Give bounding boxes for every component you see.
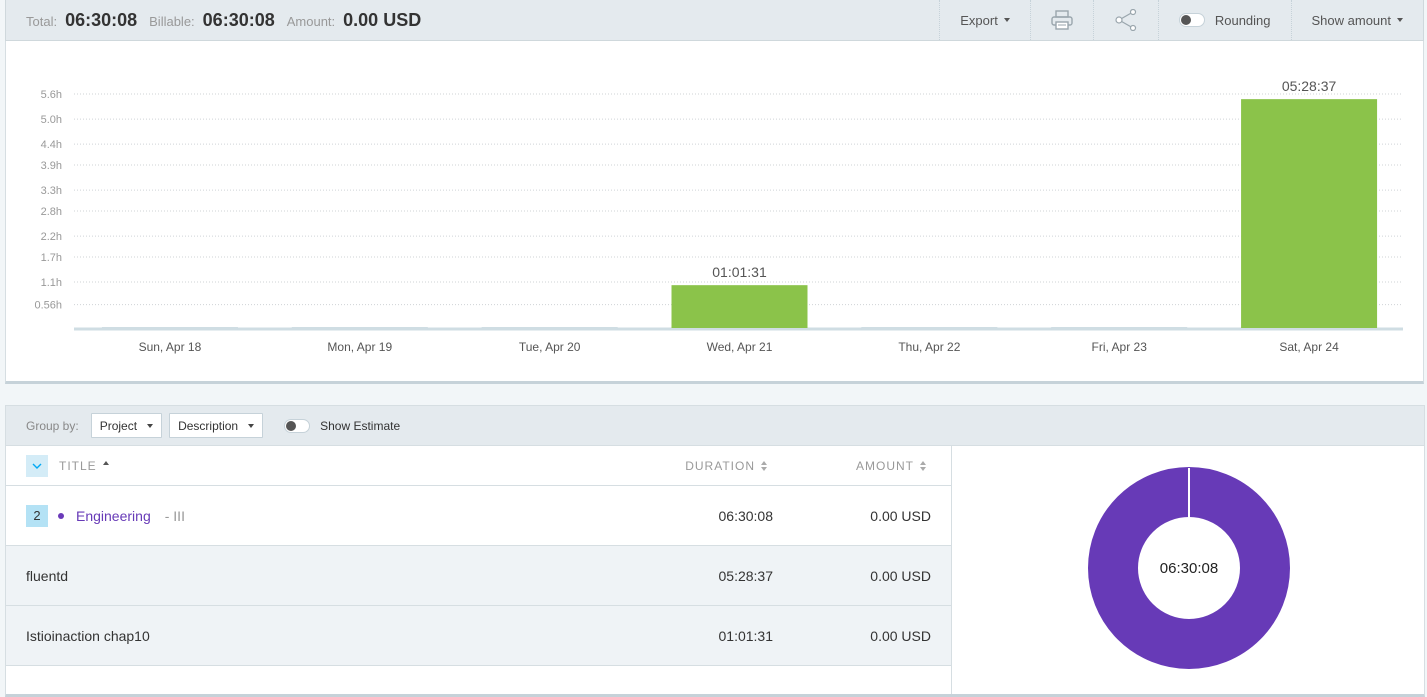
share-button[interactable]: [1092, 0, 1158, 40]
report-table: TITLE DURATION AMOUNT 2 Engineering - II…: [6, 446, 951, 694]
amount-label: Amount:: [286, 13, 336, 29]
group-by-label: Group by:: [26, 418, 79, 433]
title-column-header[interactable]: TITLE: [59, 459, 109, 473]
x-tick-label: Fri, Apr 23: [1092, 340, 1148, 354]
group-by-first-select[interactable]: Project: [90, 413, 163, 438]
expand-all-button[interactable]: [26, 454, 48, 477]
table-row: Istioinaction chap10 01:01:31 0.00 USD: [6, 606, 951, 666]
export-label: Export: [960, 12, 998, 28]
summary-bar: Total: 06:30:08 Billable: 06:30:08 Amoun…: [5, 0, 1424, 41]
print-button[interactable]: [1029, 0, 1093, 40]
y-tick-label: 3.9h: [41, 160, 62, 172]
rounding-switch[interactable]: [1178, 13, 1205, 27]
show-estimate-label: Show Estimate: [320, 418, 401, 433]
project-name: Engineering: [76, 507, 151, 524]
group-by-second-value: Description: [178, 418, 239, 433]
group-by-bar: Group by: Project Description Show Estim…: [6, 406, 1424, 446]
sort-icon: [920, 460, 926, 471]
bar: [291, 327, 428, 330]
printer-icon: [1051, 10, 1073, 30]
donut-chart-area: 06:30:08: [951, 446, 1424, 694]
rounding-toggle[interactable]: Rounding: [1157, 0, 1291, 40]
row-duration: 06:30:08: [718, 507, 774, 524]
rounding-label: Rounding: [1214, 12, 1271, 28]
chevron-down-icon: [147, 423, 154, 428]
summary-totals: Total: 06:30:08 Billable: 06:30:08 Amoun…: [6, 10, 433, 31]
y-tick-label: 4.4h: [41, 139, 62, 151]
y-tick-label: 2.2h: [41, 231, 62, 243]
y-tick-label: 3.3h: [41, 185, 62, 197]
bar-data-label: 05:28:37: [1282, 78, 1337, 94]
project-donut-chart: 06:30:08: [1088, 467, 1290, 669]
row-amount: 0.00 USD: [870, 627, 931, 644]
amount-header-label: AMOUNT: [856, 458, 914, 473]
client-name: - III: [164, 507, 185, 524]
show-estimate-switch[interactable]: [284, 418, 311, 433]
total-label: Total:: [26, 13, 58, 29]
billable-value: 06:30:08: [202, 9, 275, 30]
show-estimate-toggle[interactable]: Show Estimate: [284, 418, 401, 433]
donut-center-label: 06:30:08: [1160, 560, 1218, 577]
entry-count-badge[interactable]: 2: [26, 504, 48, 527]
group-by-second-select[interactable]: Description: [169, 413, 264, 438]
table-header: TITLE DURATION AMOUNT: [6, 446, 951, 486]
sort-icon: [761, 460, 767, 471]
y-tick-label: 1.7h: [41, 252, 62, 264]
y-tick-label: 5.6h: [41, 89, 62, 101]
x-tick-label: Sat, Apr 24: [1279, 340, 1339, 354]
report-panel: Group by: Project Description Show Estim…: [5, 405, 1425, 697]
report-toolbar: Export Rounding Show amount: [939, 0, 1423, 40]
row-amount: 0.00 USD: [870, 567, 931, 584]
chevron-down-icon: [248, 423, 255, 428]
title-header-label: TITLE: [59, 458, 97, 473]
show-amount-label: Show amount: [1311, 12, 1392, 28]
bar: [1051, 327, 1188, 330]
y-tick-label: 5.0h: [41, 114, 62, 126]
bar: [101, 327, 238, 330]
share-icon: [1115, 9, 1136, 31]
table-row: fluentd 05:28:37 0.00 USD: [6, 546, 951, 606]
project-color-dot: [58, 512, 64, 519]
total-value: 06:30:08: [65, 9, 138, 30]
chart-panel: 0.56h 1.1h 1.7h 2.2h 2.8h 3.3h 3.9h 4.4h 5.0h 5.6…: [5, 41, 1424, 384]
chevron-down-icon: [32, 463, 42, 469]
x-tick-label: Wed, Apr 21: [707, 340, 773, 354]
bar: [861, 327, 998, 330]
amount-column-header[interactable]: AMOUNT: [856, 459, 926, 473]
chevron-down-icon: [1003, 18, 1010, 22]
y-tick-label: 2.8h: [41, 206, 62, 218]
x-tick-label: Thu, Apr 22: [898, 340, 960, 354]
x-tick-label: Mon, Apr 19: [327, 340, 392, 354]
row-title: Istioinaction chap10: [26, 627, 150, 644]
duration-column-header[interactable]: DURATION: [685, 459, 767, 473]
bar: [671, 285, 808, 328]
row-title: fluentd: [26, 567, 69, 584]
row-amount: 0.00 USD: [870, 507, 931, 524]
row-duration: 05:28:37: [718, 567, 774, 584]
export-dropdown[interactable]: Export: [939, 0, 1030, 40]
bar: [481, 327, 618, 330]
chevron-down-icon: [1397, 18, 1403, 22]
row-duration: 01:01:31: [718, 627, 774, 644]
y-tick-label: 0.56h: [34, 300, 62, 312]
duration-header-label: DURATION: [685, 458, 755, 473]
show-amount-dropdown[interactable]: Show amount: [1290, 0, 1424, 40]
group-by-first-value: Project: [99, 418, 138, 433]
y-tick-label: 1.1h: [41, 277, 62, 289]
daily-bar-chart: 0.56h 1.1h 1.7h 2.2h 2.8h 3.3h 3.9h 4.4h 5.0h 5.6…: [34, 78, 1403, 354]
bar: [1241, 99, 1378, 328]
sort-asc-icon: [102, 460, 109, 471]
amount-value: 0.00 USD: [343, 9, 422, 30]
bar-data-label: 01:01:31: [712, 264, 767, 280]
billable-label: Billable:: [149, 13, 195, 29]
x-tick-label: Tue, Apr 20: [519, 340, 581, 354]
project-group-row[interactable]: 2 Engineering - III 06:30:08 0.00 USD: [6, 486, 951, 546]
x-tick-label: Sun, Apr 18: [139, 340, 202, 354]
